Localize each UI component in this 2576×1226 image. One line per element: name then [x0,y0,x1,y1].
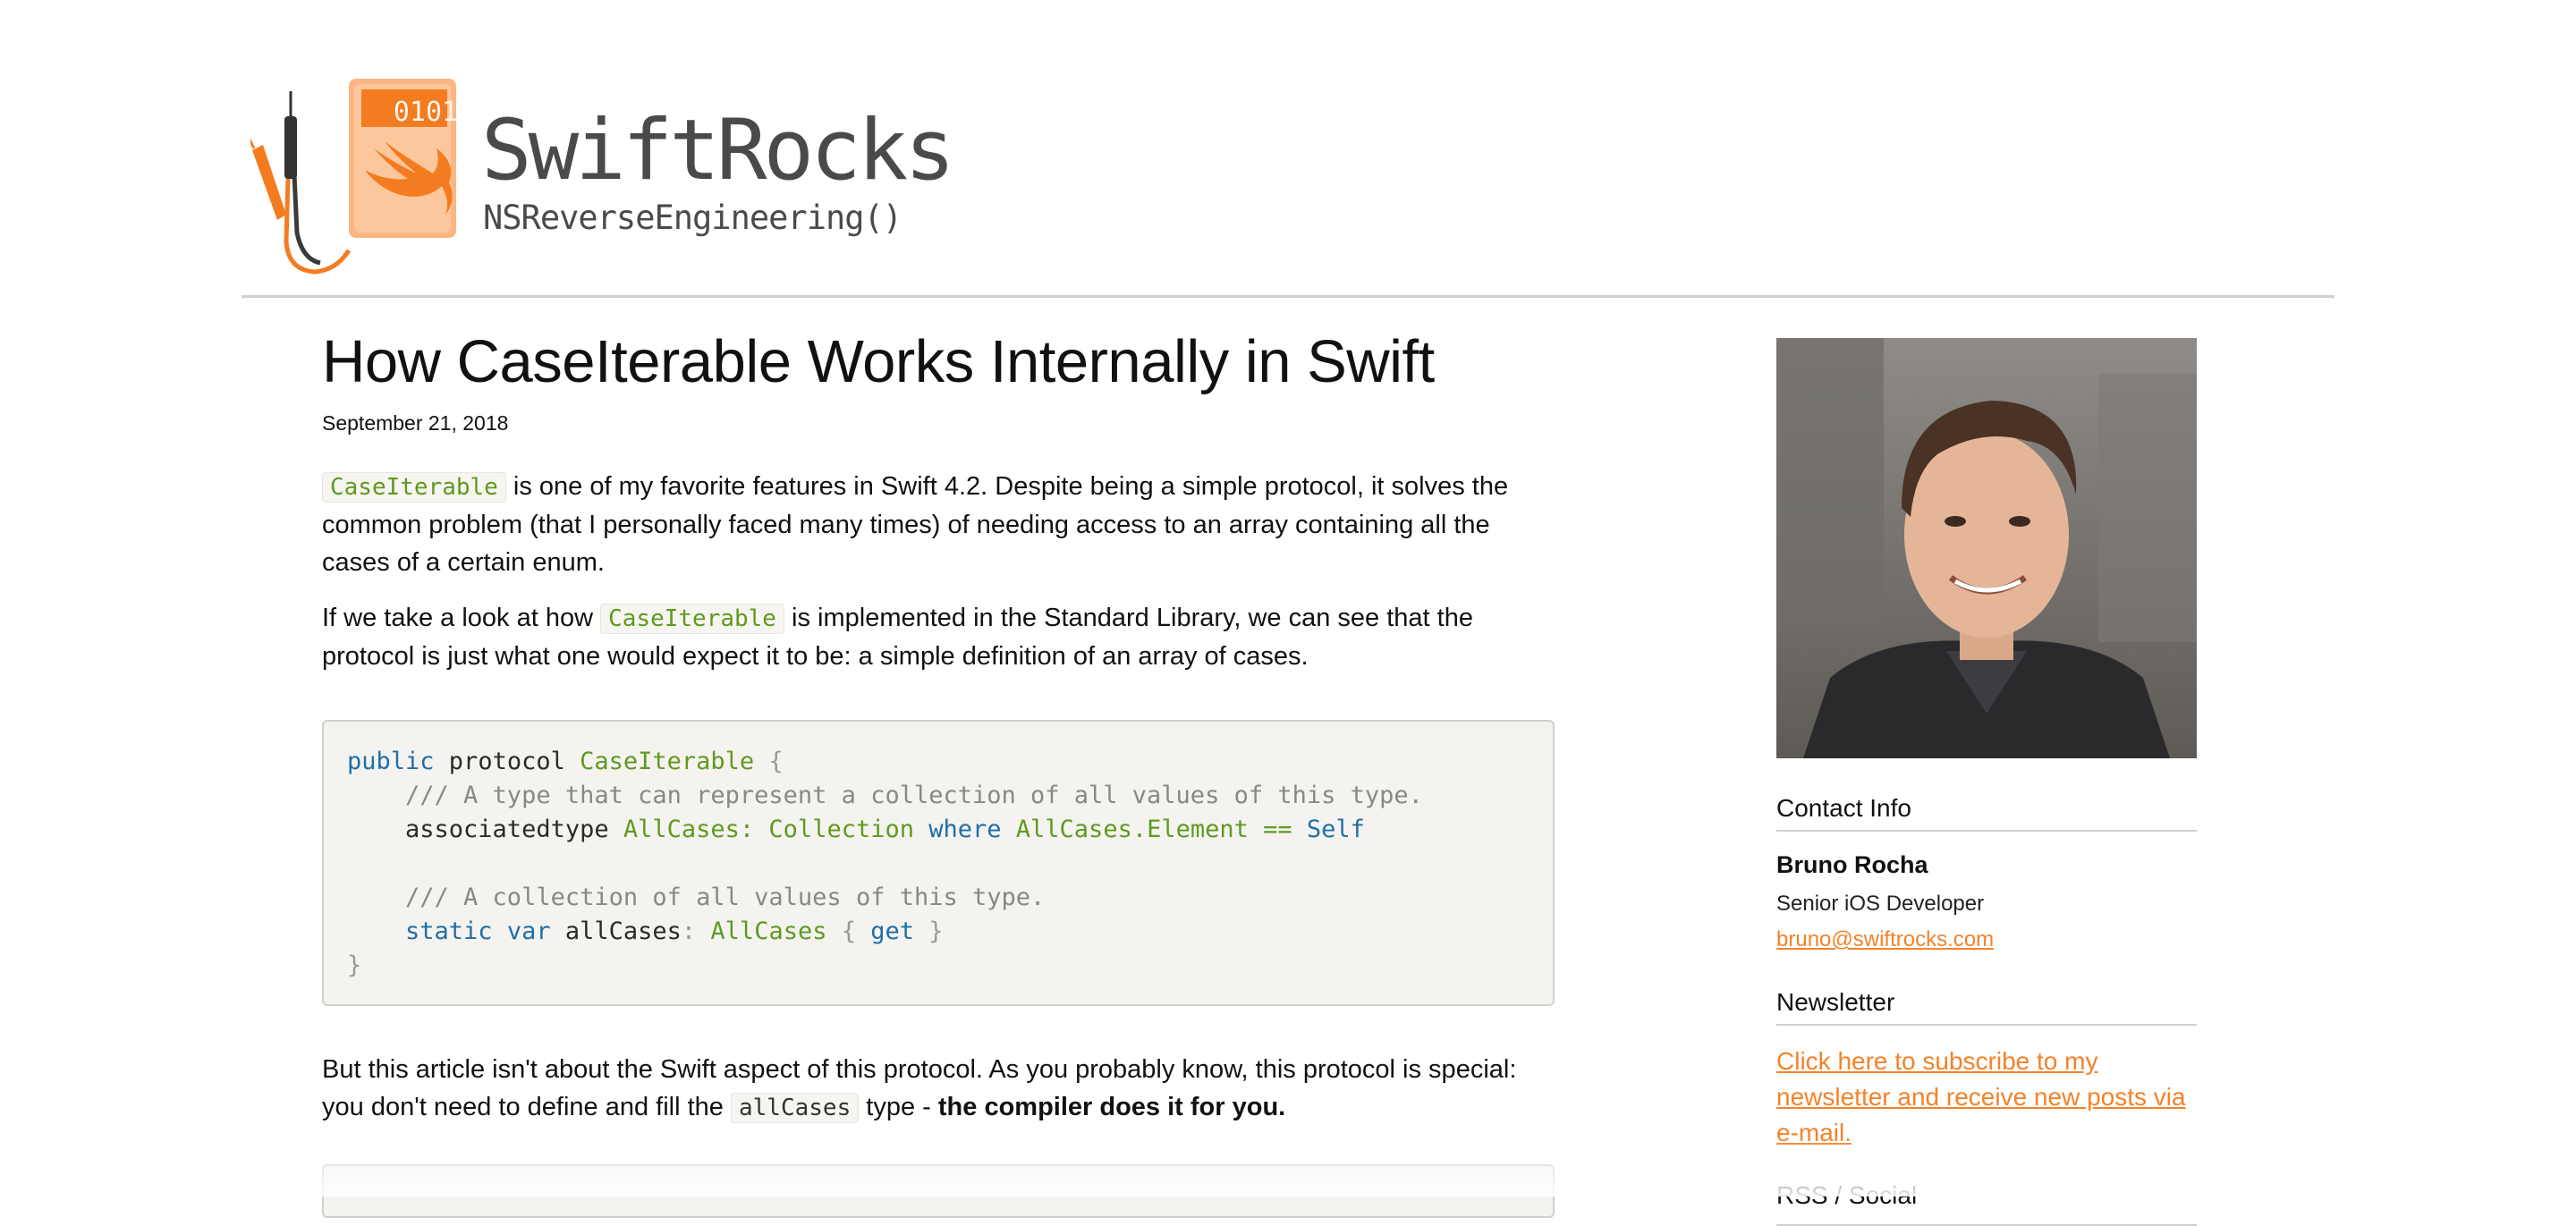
logo-subtitle: NSReverseEngineering() [483,199,902,237]
code-token: get [870,917,915,945]
code-line: static var allCases: AllCases { get } [347,915,1530,949]
code-token: where [913,816,1016,843]
inline-code: allCases [731,1093,860,1123]
code-token: AllCases [623,816,740,843]
code-token: Self [1306,816,1365,843]
intro-paragraph: CaseIterable is one of my favorite featu… [322,468,1556,581]
code-token: } [914,917,944,945]
code-token: == [1248,816,1307,843]
code-line: public protocol CaseIterable { [347,745,1530,779]
logo-display-digits: 0101 [393,97,459,128]
newsletter-heading: Newsletter [1776,988,2197,1026]
code-comment-line: /// A collection of all values of this t… [347,884,1046,911]
code-token: : [681,917,711,945]
code-token: { [754,748,784,775]
site-header: 0101 SwiftRocks NSReverseEngineering() [242,0,2334,298]
author-email-link[interactable]: bruno@swiftrocks.com [1776,927,2197,952]
code-token: Collection [768,816,914,843]
code-line: associatedtype AllCases: Collection wher… [347,813,1530,847]
second-paragraph: If we take a look at how CaseIterable is… [322,599,1556,675]
third-paragraph: But this article isn't about the Swift a… [322,1051,1556,1127]
code-token: : [739,816,769,843]
rss-social-heading: RSS / Social [1776,1181,2197,1226]
author-portrait-image [1776,338,2197,758]
code-token: public [347,748,435,775]
code-token: { [826,917,871,945]
inline-code: CaseIterable [600,604,784,634]
code-token: allCases [550,917,682,945]
author-role: Senior iOS Developer [1776,892,1985,916]
sidebar: Contact Info Bruno Rocha Senior iOS Deve… [1776,338,2197,1226]
code-token: AllCases [710,917,827,945]
author-photo [1776,338,2197,758]
code-token: CaseIterable [580,748,755,775]
paragraph-text: If we take a look at how [322,604,601,632]
code-token: protocol [434,748,580,775]
bold-text: the compiler does it for you. [937,1093,1286,1121]
article-date: September 21, 2018 [322,411,509,435]
logo-title: SwiftRocks [481,102,955,199]
code-token: associatedtype [347,816,623,843]
newsletter-subscribe-link[interactable]: Click here to subscribe to my newsletter… [1776,1044,2197,1151]
code-token: var [492,917,551,945]
code-token: static [347,917,493,945]
article: How CaseIterable Works Internally in Swi… [322,322,1556,1127]
contact-info-heading: Contact Info [1776,794,2197,832]
site-logo[interactable]: 0101 SwiftRocks NSReverseEngineering() [250,72,955,286]
code-token: AllCases.Element [1015,816,1249,843]
code-line: } [347,951,362,979]
code-block[interactable]: public protocol CaseIterable { /// A typ… [322,720,1555,1006]
code-block[interactable] [322,1164,1555,1218]
article-title: How CaseIterable Works Internally in Swi… [322,328,1435,395]
paragraph-text: type - [859,1093,938,1121]
inline-code: CaseIterable [322,472,506,503]
author-name: Bruno Rocha [1776,851,1928,878]
code-comment-line: /// A type that can represent a collecti… [347,782,1423,809]
